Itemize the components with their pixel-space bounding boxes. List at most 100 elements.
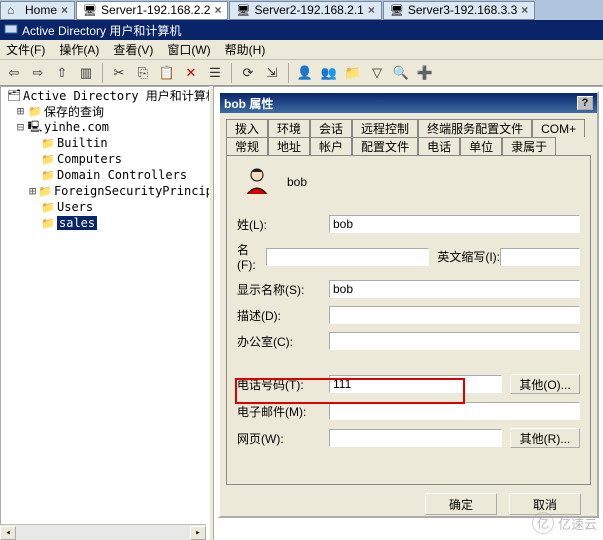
email-input[interactable] <box>329 402 580 420</box>
user-header: bob <box>243 166 580 197</box>
close-icon[interactable]: × <box>214 3 221 17</box>
aduc-icon: 🗂 <box>7 88 21 102</box>
tab-com[interactable]: COM+ <box>532 119 585 137</box>
tree-computers[interactable]: 📁 Computers <box>1 151 209 167</box>
server-icon <box>390 3 404 17</box>
tree-builtin[interactable]: 📁 Builtin <box>1 135 209 151</box>
close-icon[interactable]: × <box>368 3 375 17</box>
phone-input[interactable] <box>329 375 502 393</box>
office-label: 办公室(C): <box>237 333 329 350</box>
close-icon[interactable]: × <box>61 3 68 17</box>
tab-member[interactable]: 隶属于 <box>502 137 556 155</box>
tree-pane[interactable]: 🗂 Active Directory 用户和计算机 ⊞ 📁 保存的查询 ⊟ 🖳 … <box>0 86 210 540</box>
tree-users[interactable]: 📁 Users <box>1 199 209 215</box>
tab-env[interactable]: 环境 <box>268 119 310 137</box>
menu-window[interactable]: 窗口(W) <box>167 41 210 58</box>
tab-session[interactable]: 会话 <box>310 119 352 137</box>
collapse-icon[interactable]: ⊟ <box>15 120 26 134</box>
paste-button[interactable]: 📋 <box>157 63 177 83</box>
tree-fsp[interactable]: ⊞ 📁 ForeignSecurityPrincipals <box>1 183 209 199</box>
tab-server3[interactable]: Server3-192.168.3.3 × <box>383 1 535 20</box>
export-button[interactable]: ⇲ <box>262 63 282 83</box>
scroll-right-button[interactable]: ▸ <box>190 526 206 540</box>
tab-env-label: 环境 <box>277 120 301 137</box>
firstname-input[interactable] <box>266 248 429 266</box>
ou-icon: 📁 <box>41 216 55 230</box>
lastname-input[interactable] <box>329 215 580 233</box>
help-button[interactable]: ? <box>577 96 593 110</box>
field-description: 描述(D): <box>237 306 580 324</box>
new-user-button[interactable]: 👤 <box>295 63 315 83</box>
scroll-left-button[interactable]: ◂ <box>0 526 16 540</box>
tab-dialin[interactable]: 拨入 <box>226 119 268 137</box>
menu-help[interactable]: 帮助(H) <box>225 41 266 58</box>
server-icon <box>83 3 97 17</box>
phone-other-button[interactable]: 其他(O)... <box>510 374 580 394</box>
new-group-button[interactable]: 👥 <box>319 63 339 83</box>
filter-button[interactable]: ▽ <box>367 63 387 83</box>
tab-server1[interactable]: Server1-192.168.2.2 × <box>76 1 228 20</box>
tab-account[interactable]: 帐户 <box>310 137 352 155</box>
forward-button[interactable]: ⇨ <box>28 63 48 83</box>
delete-button[interactable]: ✕ <box>181 63 201 83</box>
tab-org[interactable]: 单位 <box>460 137 502 155</box>
scroll-track[interactable] <box>16 526 190 540</box>
mmc-title-text: Active Directory 用户和计算机 <box>22 22 181 39</box>
field-firstname: 名(F): 英文缩写(I): <box>237 241 580 272</box>
field-displayname: 显示名称(S): <box>237 280 580 298</box>
tree-root[interactable]: 🗂 Active Directory 用户和计算机 <box>1 87 209 103</box>
close-icon[interactable]: × <box>521 3 528 17</box>
tab-ts[interactable]: 终端服务配置文件 <box>418 119 532 137</box>
tab-session-label: 会话 <box>319 120 343 137</box>
initials-input[interactable] <box>500 248 580 266</box>
tab-server3-label: Server3-192.168.3.3 <box>408 3 517 17</box>
tab-row-front: 常规 地址 帐户 配置文件 电话 单位 隶属于 <box>226 137 591 155</box>
back-button[interactable]: ⇦ <box>4 63 24 83</box>
up-button[interactable]: ⇧ <box>52 63 72 83</box>
tree-fsp-label: ForeignSecurityPrincipals <box>54 184 210 198</box>
tab-profile[interactable]: 配置文件 <box>352 137 418 155</box>
field-web: 网页(W): 其他(R)... <box>237 428 580 448</box>
tree-users-label: Users <box>57 200 93 214</box>
tab-server2[interactable]: Server2-192.168.2.1 × <box>229 1 381 20</box>
home-icon <box>7 3 21 17</box>
server-icon <box>236 3 250 17</box>
tree-horizontal-scrollbar[interactable]: ◂ ▸ <box>0 524 206 540</box>
tab-remote[interactable]: 远程控制 <box>352 119 418 137</box>
office-input[interactable] <box>329 332 580 350</box>
tree-dcs[interactable]: 📁 Domain Controllers <box>1 167 209 183</box>
web-input[interactable] <box>329 429 502 447</box>
properties-button[interactable]: ☰ <box>205 63 225 83</box>
refresh-button[interactable]: ⟳ <box>238 63 258 83</box>
show-hide-button[interactable]: ▥ <box>76 63 96 83</box>
menu-file[interactable]: 文件(F) <box>6 41 45 58</box>
add-to-group-button[interactable]: ➕ <box>415 63 435 83</box>
tab-address[interactable]: 地址 <box>268 137 310 155</box>
web-other-button[interactable]: 其他(R)... <box>510 428 580 448</box>
expand-icon[interactable]: ⊞ <box>29 184 36 198</box>
tab-home[interactable]: Home × <box>0 1 75 20</box>
tree-sales[interactable]: 📁 sales <box>1 215 209 231</box>
tab-phone[interactable]: 电话 <box>418 137 460 155</box>
cut-button[interactable]: ✂ <box>109 63 129 83</box>
separator <box>231 63 232 83</box>
menu-view[interactable]: 查看(V) <box>113 41 153 58</box>
menu-action[interactable]: 操作(A) <box>59 41 99 58</box>
tree-domain[interactable]: ⊟ 🖳 yinhe.com <box>1 119 209 135</box>
displayname-input[interactable] <box>329 280 580 298</box>
folder-icon: 📁 <box>41 152 55 166</box>
ok-button[interactable]: 确定 <box>425 493 497 515</box>
find-button[interactable]: 🔍 <box>391 63 411 83</box>
new-ou-button[interactable]: 📁 <box>343 63 363 83</box>
expand-icon[interactable]: ⊞ <box>15 104 26 118</box>
user-display-name: bob <box>287 175 307 189</box>
separator <box>288 63 289 83</box>
folder-icon: 📁 <box>41 136 55 150</box>
initials-label: 英文缩写(I): <box>437 248 500 265</box>
tree-computers-label: Computers <box>57 152 122 166</box>
copy-button[interactable]: ⎘ <box>133 63 153 83</box>
tab-general[interactable]: 常规 <box>226 137 268 155</box>
tab-server1-label: Server1-192.168.2.2 <box>101 3 210 17</box>
description-input[interactable] <box>329 306 580 324</box>
tree-root-label: Active Directory 用户和计算机 <box>23 87 210 104</box>
